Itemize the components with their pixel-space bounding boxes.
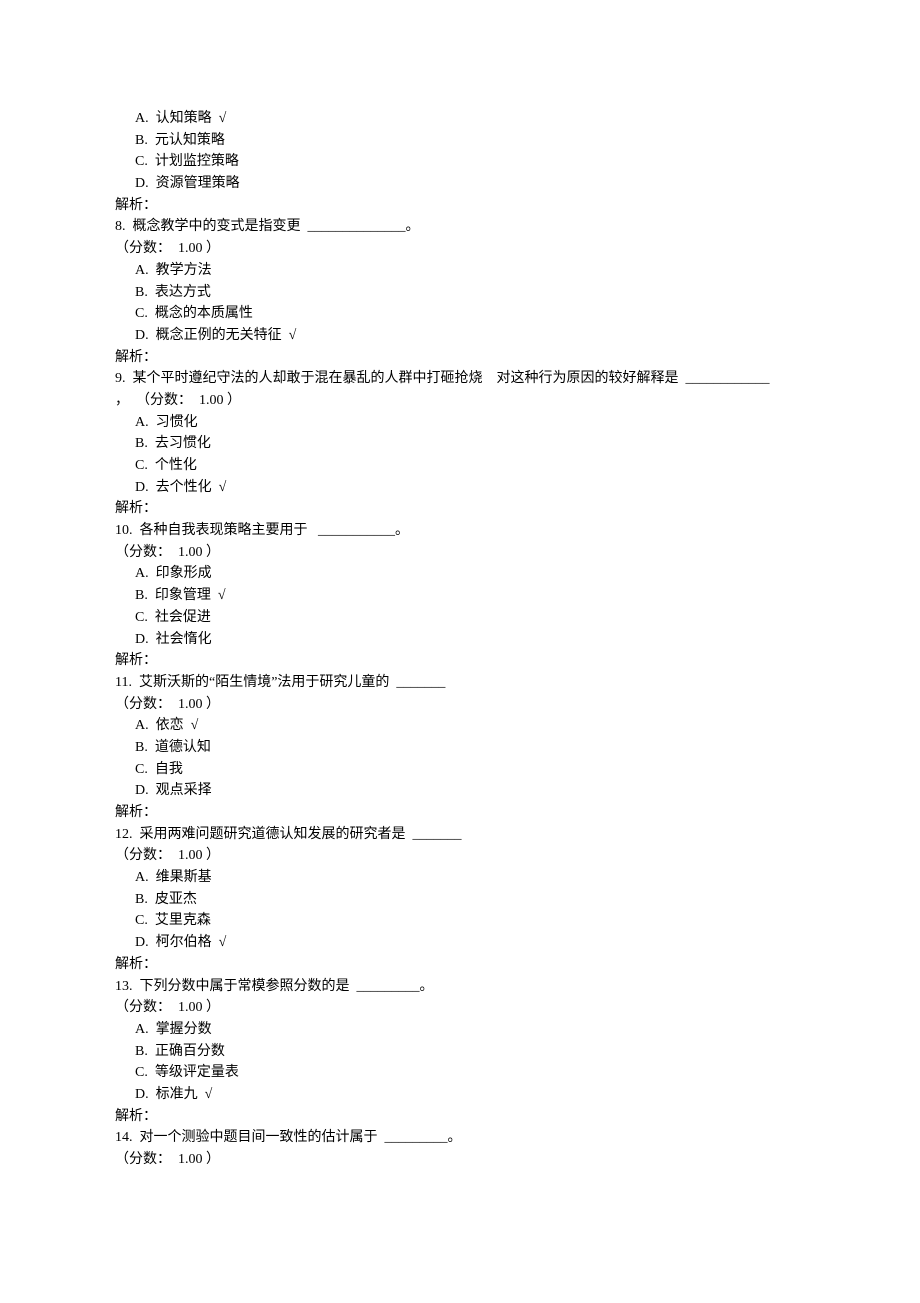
option: C. 计划监控策略 [135,151,805,173]
option: D. 观点采择 [135,780,805,802]
analysis-label: 解析： [115,802,805,824]
analysis-label: 解析： [115,498,805,520]
option: C. 概念的本质属性 [135,303,805,325]
option: A. 依恋 √ [135,715,805,737]
question-stem: 12. 采用两难问题研究道德认知发展的研究者是 _______ [115,824,805,846]
option: C. 艾里克森 [135,910,805,932]
option: B. 去习惯化 [135,433,805,455]
option: C. 个性化 [135,455,805,477]
option: B. 皮亚杰 [135,889,805,911]
score-label: （分数： 1.00 ） [115,238,805,260]
score-label: （分数： 1.00 ） [115,542,805,564]
option: D. 标准九 √ [135,1084,805,1106]
document-page: A. 认知策略 √ B. 元认知策略 C. 计划监控策略 D. 资源管理策略 解… [0,0,920,1231]
option: A. 印象形成 [135,563,805,585]
analysis-label: 解析： [115,650,805,672]
option: D. 去个性化 √ [135,477,805,499]
option: B. 正确百分数 [135,1041,805,1063]
option: A. 掌握分数 [135,1019,805,1041]
question-stem-cont: ， （分数： 1.00 ） [115,390,805,412]
option: C. 等级评定量表 [135,1062,805,1084]
score-label: （分数： 1.00 ） [115,694,805,716]
analysis-label: 解析： [115,1106,805,1128]
option: D. 资源管理策略 [135,173,805,195]
option: C. 自我 [135,759,805,781]
option: A. 教学方法 [135,260,805,282]
option: D. 社会惰化 [135,629,805,651]
question-stem: 9. 某个平时遵纪守法的人却敢于混在暴乱的人群中打砸抢烧 对这种行为原因的较好解… [115,368,805,390]
option: A. 习惯化 [135,412,805,434]
score-label: （分数： 1.00 ） [115,997,805,1019]
analysis-label: 解析： [115,954,805,976]
option: C. 社会促进 [135,607,805,629]
option: D. 概念正例的无关特征 √ [135,325,805,347]
analysis-label: 解析： [115,347,805,369]
question-stem: 11. 艾斯沃斯的“陌生情境”法用于研究儿童的 _______ [115,672,805,694]
question-stem: 10. 各种自我表现策略主要用于 ___________。 [115,520,805,542]
question-stem: 14. 对一个测验中题目间一致性的估计属于 _________。 [115,1127,805,1149]
question-stem: 8. 概念教学中的变式是指变更 ______________。 [115,216,805,238]
option: A. 维果斯基 [135,867,805,889]
option: B. 道德认知 [135,737,805,759]
option: B. 元认知策略 [135,130,805,152]
option: D. 柯尔伯格 √ [135,932,805,954]
score-label: （分数： 1.00 ） [115,845,805,867]
option: B. 印象管理 √ [135,585,805,607]
option: A. 认知策略 √ [135,108,805,130]
analysis-label: 解析： [115,195,805,217]
question-stem: 13. 下列分数中属于常模参照分数的是 _________。 [115,976,805,998]
option: B. 表达方式 [135,282,805,304]
score-label: （分数： 1.00 ） [115,1149,805,1171]
